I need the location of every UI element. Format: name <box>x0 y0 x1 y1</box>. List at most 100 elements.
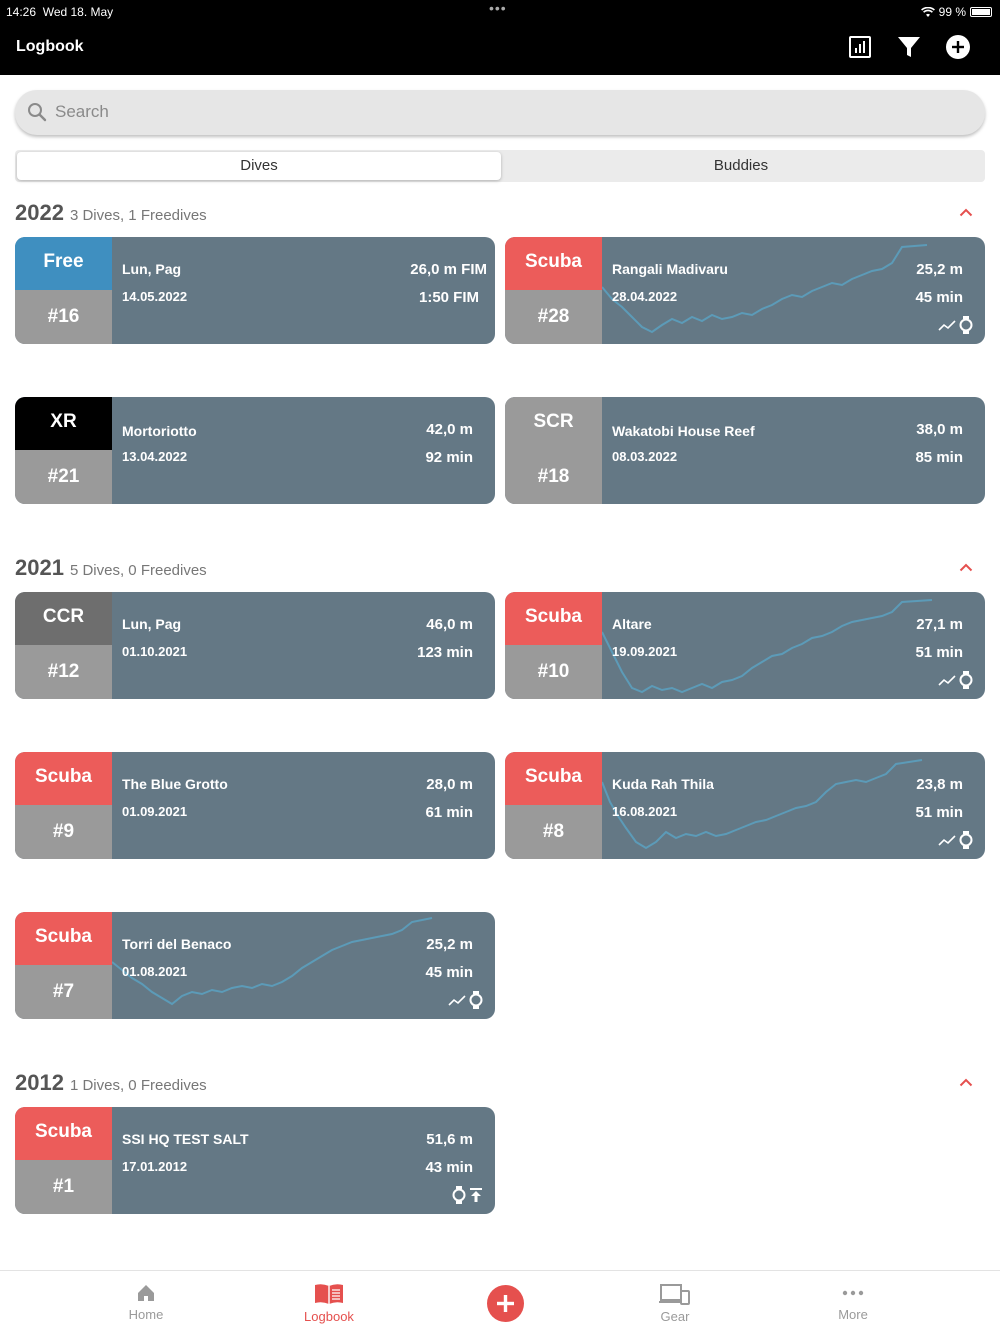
card-icons <box>452 1186 483 1204</box>
dive-type-badge: Scuba <box>15 752 112 805</box>
profile-chart-icon <box>448 995 466 1006</box>
tab-more[interactable]: More <box>793 1283 913 1322</box>
statistics-icon[interactable] <box>847 34 873 60</box>
dive-card[interactable]: Scuba #9 The Blue Grotto 01.09.2021 28,0… <box>15 752 495 859</box>
dive-depth: 42,0 m <box>426 421 473 438</box>
page-title: Logbook <box>16 38 84 55</box>
dive-depth: 51,6 m <box>426 1131 473 1148</box>
tab-more-label: More <box>838 1307 868 1322</box>
dive-depth: 23,8 m <box>916 776 963 793</box>
dive-number: #8 <box>505 805 602 859</box>
battery-icon <box>970 7 992 17</box>
dive-type-badge: Scuba <box>505 592 602 645</box>
tab-home[interactable]: Home <box>86 1283 206 1322</box>
dive-type-badge: Scuba <box>15 912 112 965</box>
dive-duration: 61 min <box>425 804 473 821</box>
dive-card[interactable]: Scuba #7 Torri del Benaco 01.08.2021 25,… <box>15 912 495 1019</box>
dive-date: 16.08.2021 <box>612 804 678 819</box>
dive-duration: 51 min <box>915 644 963 661</box>
dive-date: 17.01.2012 <box>122 1159 188 1174</box>
section-year: 2021 <box>15 555 64 580</box>
add-dive-button[interactable] <box>487 1285 524 1322</box>
multitasking-dots-icon[interactable]: ••• <box>489 0 507 16</box>
gear-devices-icon <box>659 1284 690 1305</box>
dive-site: Torri del Benaco <box>122 936 232 952</box>
dive-type-badge: Free <box>15 237 112 290</box>
dive-site: Kuda Rah Thila <box>612 776 714 792</box>
dive-type-badge: Scuba <box>15 1107 112 1160</box>
plus-icon <box>497 1295 514 1312</box>
logbook-icon <box>315 1284 343 1304</box>
search-input[interactable] <box>55 96 955 128</box>
wifi-icon <box>920 6 935 17</box>
dive-site: Altare <box>612 616 652 632</box>
dive-card[interactable]: SCR #18 Wakatobi House Reef 08.03.2022 3… <box>505 397 985 504</box>
section-header-2012: 2012 1 Dives, 0 Freedives <box>15 1070 985 1098</box>
chevron-up-icon[interactable] <box>959 208 973 217</box>
dive-number: #10 <box>505 645 602 699</box>
dive-duration: 1:50 FIM <box>418 289 479 306</box>
dive-card[interactable]: Scuba #28 Rangali Madivaru 28.04.2022 25… <box>505 237 985 344</box>
dive-depth: 28,0 m <box>426 776 473 793</box>
section-header-2021: 2021 5 Dives, 0 Freedives <box>15 555 985 583</box>
dive-duration: 43 min <box>425 1159 473 1176</box>
dive-number: #1 <box>15 1160 112 1214</box>
dive-card[interactable]: CCR #12 Lun, Pag 01.10.2021 46,0 m 123 m… <box>15 592 495 699</box>
dive-computer-icon <box>469 991 483 1009</box>
dive-type-badge: CCR <box>15 592 112 645</box>
card-icons <box>938 671 973 689</box>
dive-depth: 25,2 m <box>916 261 963 278</box>
search-icon <box>28 103 47 122</box>
tab-dives[interactable]: Dives <box>17 152 501 180</box>
dive-site: Lun, Pag <box>122 261 182 277</box>
tab-buddies[interactable]: Buddies <box>499 152 983 180</box>
dive-card[interactable]: Free #16 Lun, Pag 14.05.2022 26,0 m FIM … <box>15 237 495 344</box>
dive-depth: 26,0 m FIM <box>410 261 487 278</box>
section-header-2022: 2022 3 Dives, 1 Freedives <box>15 200 985 228</box>
dive-depth: 27,1 m <box>916 616 963 633</box>
dive-date: 01.08.2021 <box>122 964 188 979</box>
dive-date: 08.03.2022 <box>612 449 678 464</box>
dive-site: Mortoriotto <box>122 423 197 439</box>
dive-date: 01.10.2021 <box>122 644 188 659</box>
upload-icon <box>470 1188 482 1202</box>
dive-site: SSI HQ TEST SALT <box>122 1131 249 1147</box>
dive-number: #7 <box>15 965 112 1019</box>
dive-card[interactable]: XR #21 Mortoriotto 13.04.2022 42,0 m 92 … <box>15 397 495 504</box>
dive-type-badge: Scuba <box>505 237 602 290</box>
search-bar[interactable] <box>15 90 985 135</box>
section-year: 2022 <box>15 200 64 225</box>
tab-gear[interactable]: Gear <box>615 1283 735 1324</box>
card-icons <box>448 991 483 1009</box>
dive-card[interactable]: Scuba #8 Kuda Rah Thila 16.08.2021 23,8 … <box>505 752 985 859</box>
dive-computer-icon <box>959 316 973 334</box>
dive-number: #28 <box>505 290 602 344</box>
top-bar: 14:26 Wed 18. May ••• 99 % Logbook <box>0 0 1000 75</box>
dive-duration: 45 min <box>915 289 963 306</box>
dive-duration: 123 min <box>417 644 473 661</box>
dive-depth: 46,0 m <box>426 616 473 633</box>
dive-card[interactable]: Scuba #10 Altare 19.09.2021 27,1 m 51 mi… <box>505 592 985 699</box>
section-summary: 3 Dives, 1 Freedives <box>69 207 207 224</box>
status-right: 99 % <box>920 5 992 19</box>
segmented-control: Dives Buddies <box>15 150 985 182</box>
tab-gear-label: Gear <box>660 1309 690 1324</box>
tab-logbook-label: Logbook <box>304 1309 354 1324</box>
dive-date: 13.04.2022 <box>122 449 188 464</box>
tab-logbook[interactable]: Logbook <box>269 1283 389 1324</box>
filter-icon[interactable] <box>896 34 922 60</box>
more-icon <box>842 1290 864 1296</box>
add-dive-icon[interactable] <box>945 34 971 60</box>
dive-type-badge: SCR <box>505 397 602 450</box>
dive-computer-icon <box>452 1186 466 1204</box>
section-summary: 5 Dives, 0 Freedives <box>69 562 207 579</box>
dive-depth: 38,0 m <box>916 421 963 438</box>
card-icons <box>938 831 973 849</box>
chevron-up-icon[interactable] <box>959 1078 973 1087</box>
dive-number: #18 <box>505 450 602 504</box>
dive-type-badge: Scuba <box>505 752 602 805</box>
dive-card[interactable]: Scuba #1 SSI HQ TEST SALT 17.01.2012 51,… <box>15 1107 495 1214</box>
chevron-up-icon[interactable] <box>959 563 973 572</box>
dive-computer-icon <box>959 671 973 689</box>
dive-site: Rangali Madivaru <box>612 261 728 277</box>
